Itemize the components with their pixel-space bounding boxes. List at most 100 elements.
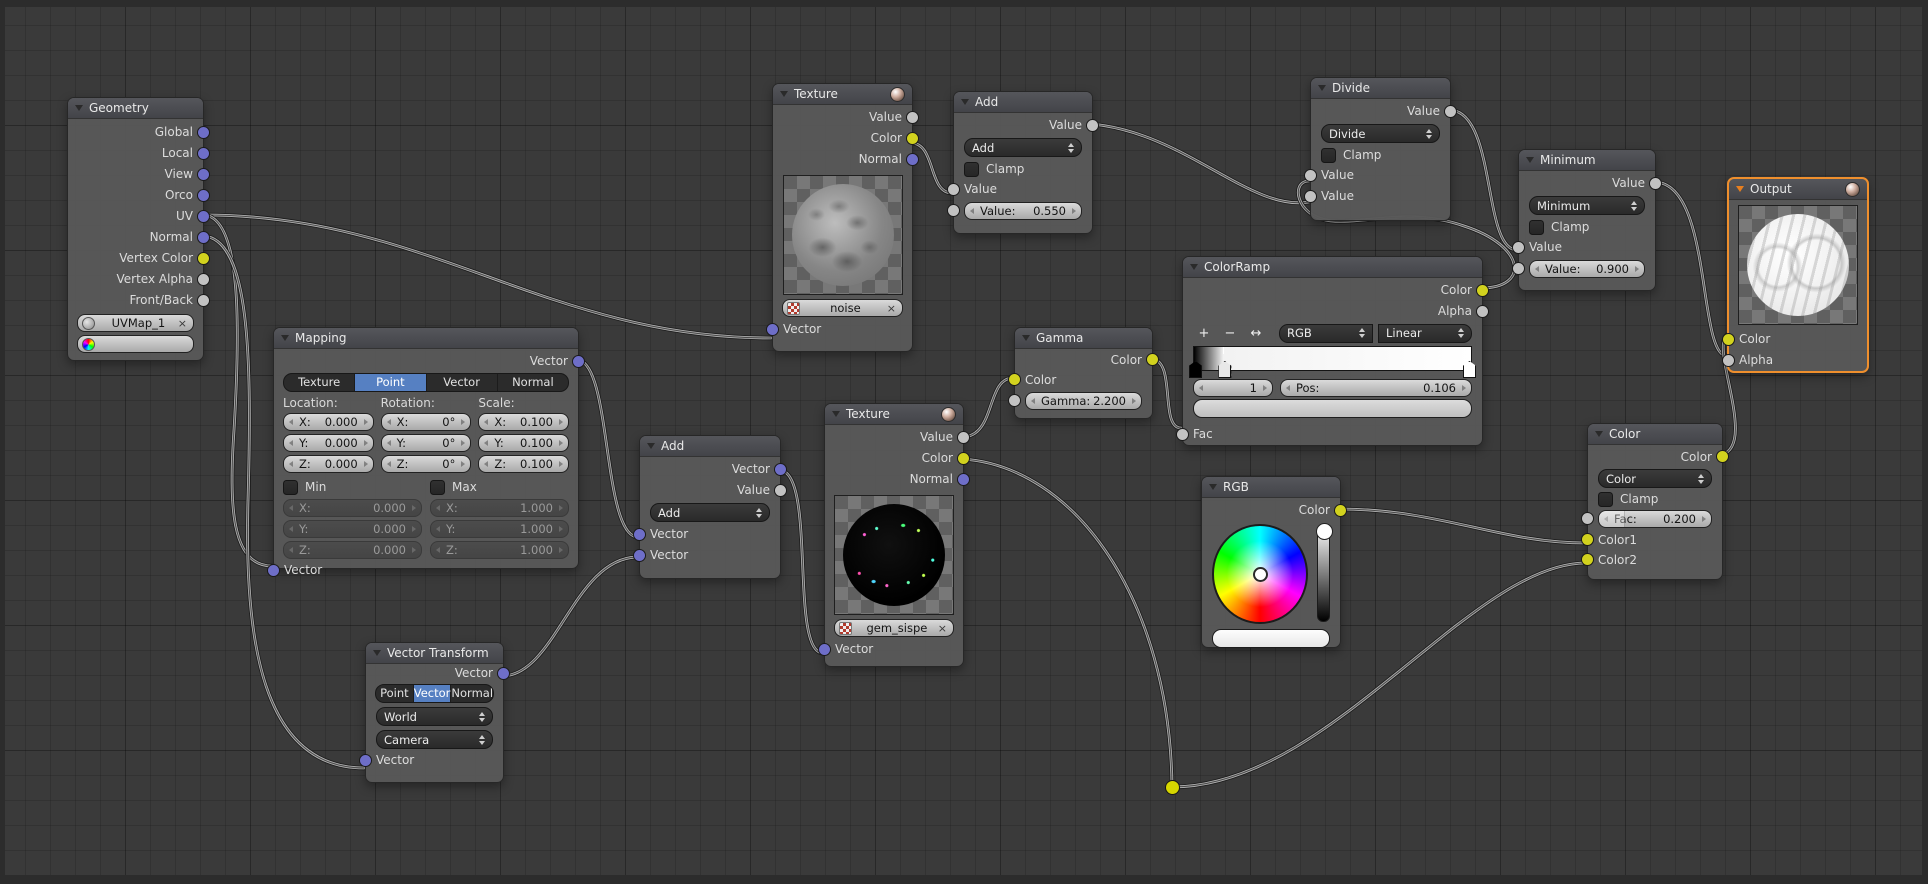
- tab-point[interactable]: Point: [376, 685, 414, 702]
- color-wheel-cursor[interactable]: [1253, 567, 1269, 582]
- socket-color1-in[interactable]: [1581, 533, 1594, 546]
- node-rgb-header[interactable]: RGB: [1202, 477, 1340, 498]
- collapse-caret-icon[interactable]: [75, 105, 83, 111]
- operation-dropdown[interactable]: Minimum: [1529, 196, 1645, 215]
- node-geometry[interactable]: Geometry Global Local View Orco UV Norma…: [67, 97, 210, 361]
- wire-minimum-value-out-to-output-alpha[interactable]: [1653, 181, 1728, 357]
- location-y-field[interactable]: Y: 0.000: [283, 433, 374, 452]
- vertex-color-field[interactable]: [77, 335, 194, 353]
- socket-normal-out[interactable]: [197, 230, 210, 244]
- node-vector-add[interactable]: Add Vector Value Add Vector Vector: [633, 435, 787, 579]
- socket-alpha-in[interactable]: [1722, 353, 1735, 367]
- clamp-checkbox[interactable]: [1529, 219, 1544, 235]
- wire-tex-noise-color-to-add-val-value1[interactable]: [910, 142, 953, 194]
- collapse-caret-icon[interactable]: [1022, 335, 1030, 341]
- active-index-field[interactable]: 1: [1193, 379, 1273, 397]
- color-mode-dropdown[interactable]: RGB: [1279, 323, 1373, 343]
- socket-vector1-in[interactable]: [633, 527, 646, 541]
- operation-dropdown[interactable]: Add: [964, 138, 1082, 157]
- node-gamma-header[interactable]: Gamma: [1015, 328, 1152, 349]
- material-sphere-icon[interactable]: [1845, 181, 1860, 197]
- collapse-caret-icon[interactable]: [780, 91, 788, 97]
- min-z-field[interactable]: Z: 0.000: [283, 540, 422, 559]
- node-texture-header[interactable]: Texture: [825, 404, 963, 425]
- wire-add-vec-vector-out-to-tex-gem-vector[interactable]: [776, 467, 826, 656]
- socket-color-out[interactable]: [906, 131, 919, 145]
- wire-tex-gem-value-to-gamma-color-in[interactable]: [960, 376, 1015, 439]
- close-icon[interactable]: ×: [178, 317, 193, 330]
- socket-orco-out[interactable]: [197, 188, 210, 202]
- socket-vector-out[interactable]: [572, 354, 585, 368]
- node-mapping[interactable]: Mapping Vector Texture Point Vector Norm…: [267, 327, 585, 577]
- socket-vector-in[interactable]: [267, 563, 280, 577]
- position-field[interactable]: Pos: 0.106: [1280, 379, 1472, 397]
- tab-normal[interactable]: Normal: [451, 685, 493, 702]
- node-rgb[interactable]: RGB Color: [1201, 476, 1347, 648]
- convert-from-dropdown[interactable]: World: [376, 707, 493, 726]
- socket-uv-out[interactable]: [197, 209, 210, 223]
- socket-alpha-out[interactable]: [1476, 304, 1489, 318]
- wire-divide-value-out-to-minimum-value1[interactable]: [1446, 107, 1520, 253]
- wire-geometry-uv-to-mapping-vector[interactable]: [201, 212, 275, 569]
- wire-mapping-vector-out-to-add-vec-vector1[interactable]: [576, 359, 639, 538]
- socket-local-out[interactable]: [197, 146, 210, 160]
- value-slider[interactable]: Value: 0.900: [1529, 260, 1645, 278]
- node-math-divide[interactable]: Divide Value Divide Clamp Value Value: [1304, 77, 1457, 221]
- texture-name-field[interactable]: noise ×: [782, 299, 903, 317]
- socket-color2-in[interactable]: [1581, 553, 1594, 566]
- socket-vertex-alpha-out[interactable]: [197, 272, 210, 286]
- collapse-caret-icon[interactable]: [281, 335, 289, 341]
- socket-vertex-color-out[interactable]: [197, 251, 210, 265]
- fac-slider[interactable]: Fac: 0.200: [1598, 510, 1712, 528]
- socket-vector-in[interactable]: [818, 642, 831, 656]
- collapse-caret-icon[interactable]: [647, 443, 655, 449]
- node-minimum-header[interactable]: Minimum: [1519, 150, 1655, 171]
- wire-geometry-uv-to-tex-noise-vector[interactable]: [203, 214, 772, 339]
- ramp-stop-0[interactable]: [1189, 361, 1202, 378]
- collapse-caret-icon[interactable]: [961, 99, 969, 105]
- max-checkbox[interactable]: [430, 479, 445, 495]
- socket-vector2-in[interactable]: [633, 548, 646, 562]
- socket-vector-out[interactable]: [497, 666, 510, 680]
- socket-normal-out[interactable]: [906, 152, 919, 166]
- socket-vector-out[interactable]: [774, 462, 787, 476]
- node-math-add[interactable]: Add Value Add Clamp Value Value: 0.550: [947, 91, 1099, 234]
- add-stop-button[interactable]: +: [1193, 326, 1215, 341]
- node-math-minimum[interactable]: Minimum Value Minimum Clamp Value Value:…: [1512, 149, 1662, 291]
- node-vtransform-header[interactable]: Vector Transform: [366, 643, 503, 664]
- node-colorramp-header[interactable]: ColorRamp: [1183, 257, 1482, 278]
- tab-vector[interactable]: Vector: [413, 685, 452, 702]
- node-geometry-header[interactable]: Geometry: [68, 98, 203, 119]
- reroute-node[interactable]: [1165, 780, 1180, 795]
- operation-dropdown[interactable]: Divide: [1321, 124, 1440, 143]
- collapse-caret-icon[interactable]: [832, 411, 840, 417]
- wire-minimum-value-out-to-output-alpha[interactable]: [1652, 180, 1729, 358]
- rgb-color-swatch[interactable]: [1212, 629, 1330, 648]
- location-z-field[interactable]: Z: 0.000: [283, 454, 374, 473]
- wire-add-val-value-out-to-divide-value2[interactable]: [1089, 122, 1311, 205]
- socket-color-out[interactable]: [1716, 450, 1729, 463]
- node-texture-noise[interactable]: Texture Value Color Normal noise × Vecto…: [766, 83, 919, 352]
- max-x-field[interactable]: X: 1.000: [430, 498, 569, 517]
- socket-global-out[interactable]: [197, 125, 210, 139]
- node-texture-header[interactable]: Texture: [773, 84, 912, 105]
- socket-fac-in[interactable]: [1581, 512, 1594, 525]
- node-colorramp[interactable]: ColorRamp Color Alpha + − ↔ RGB Linear 1…: [1176, 256, 1489, 446]
- min-y-field[interactable]: Y: 0.000: [283, 519, 422, 538]
- tab-point[interactable]: Point: [355, 374, 427, 391]
- socket-color-in[interactable]: [1722, 332, 1735, 346]
- socket-gamma-in[interactable]: [1008, 394, 1021, 407]
- socket-value2-in[interactable]: [1304, 189, 1317, 203]
- wire-rgb-color-out-to-mix-color1[interactable]: [1337, 507, 1588, 545]
- rotation-z-field[interactable]: Z: 0°: [380, 454, 472, 473]
- collapse-caret-icon[interactable]: [1526, 157, 1534, 163]
- collapse-caret-icon[interactable]: [1318, 85, 1326, 91]
- wire-tex-gem-color-to-reroute[interactable]: [959, 456, 1175, 790]
- scale-x-field[interactable]: X: 0.100: [478, 412, 569, 431]
- node-editor-canvas[interactable]: Geometry Global Local View Orco UV Norma…: [0, 0, 1928, 884]
- node-texture-gem[interactable]: Texture Value Color Normal gem_sispe × V…: [818, 403, 970, 667]
- socket-normal-out[interactable]: [957, 472, 970, 486]
- wire-divide-value-out-to-minimum-value1[interactable]: [1447, 108, 1519, 252]
- colorramp-gradient-bar[interactable]: [1189, 346, 1476, 378]
- tab-normal[interactable]: Normal: [498, 374, 568, 391]
